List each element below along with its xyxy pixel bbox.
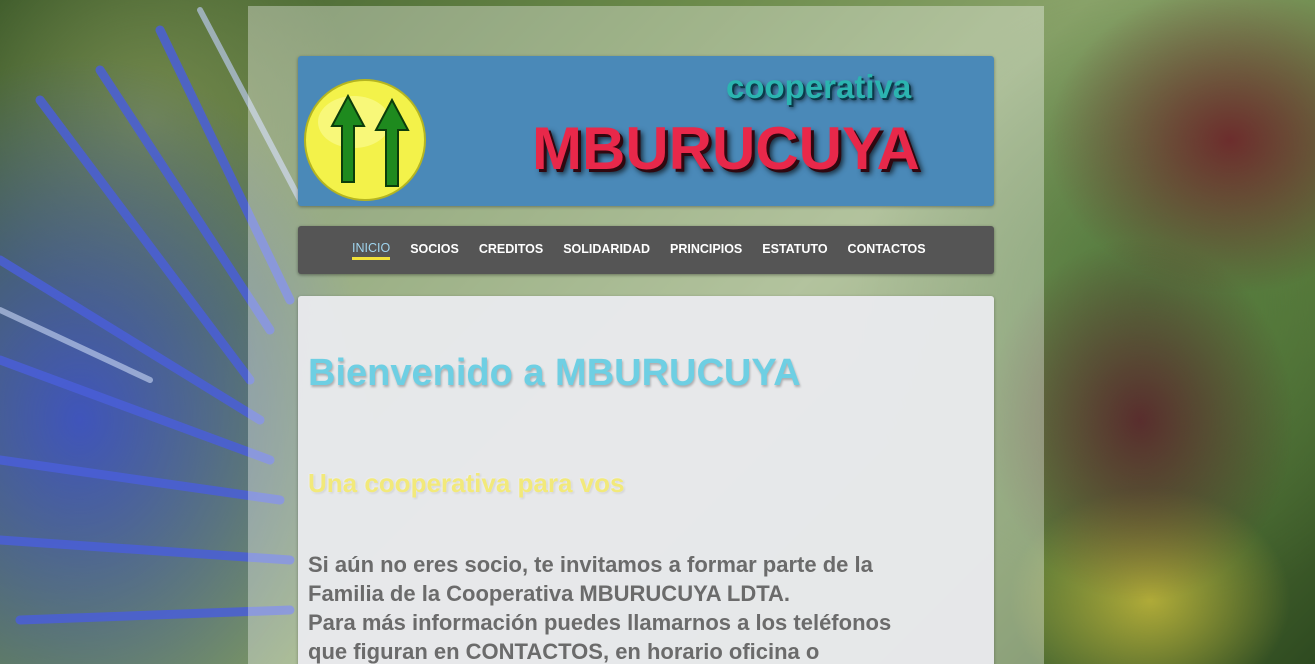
main-navigation: INICIO SOCIOS CREDITOS SOLIDARIDAD PRINC… — [298, 226, 994, 274]
brand-name: MBURUCUYA — [532, 115, 920, 182]
intro-line: Familia de la Cooperativa MBURUCUYA LDTA… — [308, 581, 791, 606]
page-title: Bienvenido a MBURUCUYA — [308, 352, 801, 394]
nav-item-contactos[interactable]: CONTACTOS — [848, 242, 926, 258]
main-content: Bienvenido a MBURUCUYA Una cooperativa p… — [298, 296, 994, 664]
nav-item-socios[interactable]: SOCIOS — [410, 242, 459, 258]
intro-line: Si aún no eres socio, te invitamos a for… — [308, 552, 873, 577]
site-header-banner: cooperativa MBURUCUYA — [298, 56, 994, 206]
intro-line: que figuran en CONTACTOS, en horario ofi… — [308, 639, 820, 664]
intro-paragraph: Si aún no eres socio, te invitamos a for… — [308, 550, 968, 664]
cooperative-logo-icon — [304, 79, 426, 201]
brand-tagline: cooperativa — [726, 68, 912, 105]
nav-item-principios[interactable]: PRINCIPIOS — [670, 242, 742, 258]
nav-item-inicio[interactable]: INICIO — [352, 241, 391, 260]
nav-item-estatuto[interactable]: ESTATUTO — [762, 242, 827, 258]
nav-item-creditos[interactable]: CREDITOS — [479, 242, 543, 258]
page-subtitle: Una cooperativa para vos — [308, 468, 625, 498]
nav-item-solidaridad[interactable]: SOLIDARIDAD — [563, 242, 650, 258]
intro-line: Para más información puedes llamarnos a … — [308, 610, 892, 635]
